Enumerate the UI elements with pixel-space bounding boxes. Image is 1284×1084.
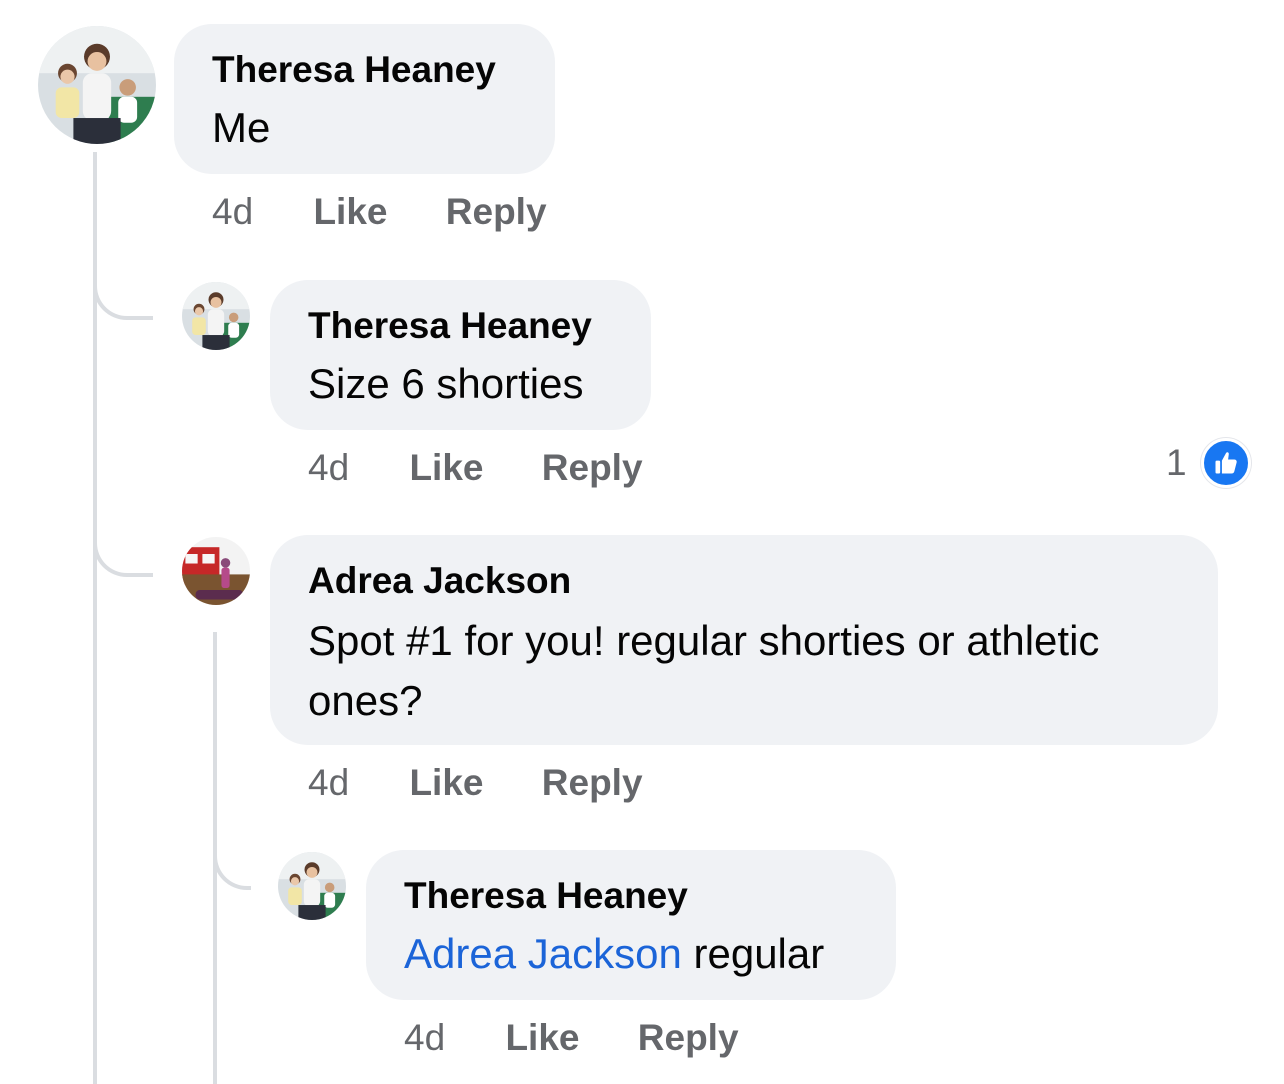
like-button[interactable]: Like xyxy=(409,762,483,803)
avatar-photo-icon xyxy=(182,537,250,605)
reply-button[interactable]: Reply xyxy=(446,191,547,232)
reaction-count: 1 xyxy=(1166,442,1187,483)
comment-timestamp[interactable]: 4d xyxy=(308,762,349,803)
thread-connector xyxy=(213,818,251,890)
like-button[interactable]: Like xyxy=(409,447,483,488)
comment-text-line: Adrea Jackson regular xyxy=(404,924,824,984)
like-button[interactable]: Like xyxy=(313,191,387,232)
reply-button[interactable]: Reply xyxy=(542,447,643,488)
comment-bubble[interactable]: Theresa Heaney Adrea Jackson regular xyxy=(366,850,896,1000)
avatar[interactable] xyxy=(36,24,158,146)
reaction-summary[interactable]: 1 xyxy=(1166,438,1251,488)
comment-timestamp[interactable]: 4d xyxy=(404,1017,445,1058)
comment-actions: 4d Like Reply xyxy=(308,761,643,805)
comment-author[interactable]: Theresa Heaney xyxy=(308,304,592,348)
reply-button[interactable]: Reply xyxy=(638,1017,739,1058)
avatar[interactable] xyxy=(180,535,252,607)
avatar[interactable] xyxy=(180,280,252,352)
avatar-photo-icon xyxy=(182,282,250,350)
thread-connector xyxy=(93,505,153,577)
comment-actions: 4d Like Reply xyxy=(212,190,547,234)
thread-connector xyxy=(93,248,153,320)
comment-bubble[interactable]: Adrea Jackson Spot #1 for you! regular s… xyxy=(270,535,1218,745)
comment-text: Size 6 shorties xyxy=(308,360,584,407)
comment-text: regular xyxy=(693,930,825,977)
comment-actions: 4d Like Reply xyxy=(404,1016,739,1060)
thumbs-up-icon xyxy=(1200,438,1251,488)
comment-author[interactable]: Theresa Heaney xyxy=(212,48,496,92)
comment-timestamp[interactable]: 4d xyxy=(308,447,349,488)
avatar-photo-icon xyxy=(38,26,156,144)
comment-bubble[interactable]: Theresa Heaney Size 6 shorties xyxy=(270,280,651,430)
like-button[interactable]: Like xyxy=(505,1017,579,1058)
comment-text: Spot #1 for you! regular shorties or ath… xyxy=(308,617,1100,724)
comment-text: Me xyxy=(212,104,271,151)
mention-link[interactable]: Adrea Jackson xyxy=(404,930,682,977)
comment-author[interactable]: Adrea Jackson xyxy=(308,559,571,603)
comment-actions: 4d Like Reply xyxy=(308,446,643,490)
comment-author[interactable]: Theresa Heaney xyxy=(404,874,688,918)
avatar[interactable] xyxy=(276,850,348,922)
comment-bubble[interactable]: Theresa Heaney Me xyxy=(174,24,555,174)
comment-timestamp[interactable]: 4d xyxy=(212,191,253,232)
avatar-photo-icon xyxy=(278,852,346,920)
reply-button[interactable]: Reply xyxy=(542,762,643,803)
